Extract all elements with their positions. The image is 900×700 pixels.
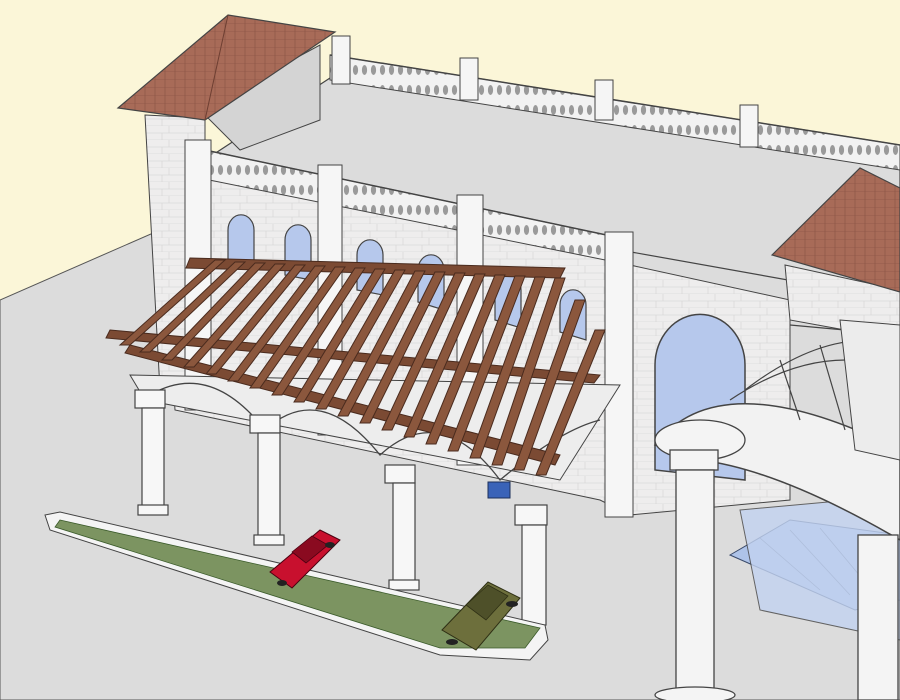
blue-car-icon bbox=[487, 481, 511, 499]
architectural-model-view bbox=[0, 0, 900, 700]
scene-canvas bbox=[0, 0, 900, 700]
